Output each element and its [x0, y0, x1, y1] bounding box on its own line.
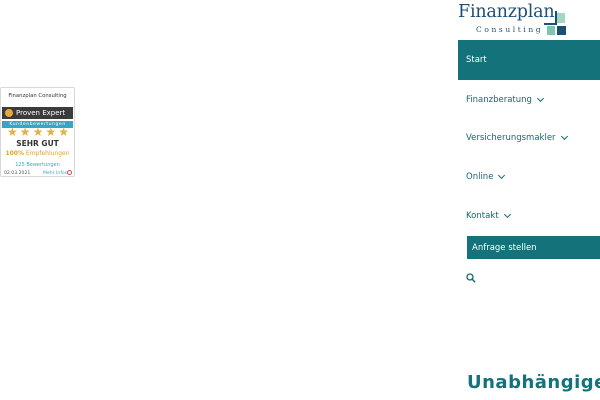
nav-item-label: Online — [466, 172, 494, 182]
chevron-down-icon — [560, 132, 568, 141]
widget-recommendations: 100% Empfehlungen — [1, 150, 74, 157]
provenexpert-icon — [5, 109, 13, 117]
star-icon: ★ — [32, 125, 44, 139]
recommendation-pct: 100% — [5, 150, 24, 157]
nav-item-online[interactable]: Online — [458, 157, 600, 197]
logo-square-light — [557, 13, 565, 23]
nav-item-kontakt[interactable]: Kontakt — [458, 196, 600, 236]
star-icon: ★ — [7, 125, 18, 139]
recommendation-label: Empfehlungen — [25, 150, 70, 157]
logo-wordmark: Finanzplan — [458, 2, 555, 22]
chevron-down-icon — [536, 94, 544, 103]
nav-item-label: Versicherungsmakler — [466, 133, 556, 143]
logo-square-mint — [547, 26, 555, 35]
nav-item-label: Finanzberatung — [466, 95, 532, 105]
info-icon[interactable] — [67, 170, 72, 175]
chevron-down-icon — [498, 171, 506, 180]
rating-stars: ★ ★ ★ ★ ★ — [7, 125, 69, 139]
widget-review-count[interactable]: 125 Bewertungen — [1, 162, 74, 168]
widget-brand-label: Proven Expert — [16, 109, 66, 117]
nav-item-start[interactable]: Start — [458, 40, 600, 80]
widget-company: Finanzplan Consulting — [8, 93, 67, 99]
widget-date: 02.03.2021 — [4, 171, 31, 176]
widget-grade: SEHR GUT — [16, 139, 59, 148]
nav-item-label: Start — [466, 55, 487, 65]
nav-item-finanzberatung[interactable]: Finanzberatung — [458, 80, 600, 120]
nav-item-versicherungsmakler[interactable]: Versicherungsmakler — [458, 118, 600, 158]
widget-more-link[interactable]: Mehr Infos — [43, 171, 67, 176]
widget-brand: Proven Expert — [2, 107, 73, 119]
hero-headline: Unabhängige — [467, 372, 600, 393]
logo-subtitle: Consulting — [476, 25, 544, 34]
request-button[interactable]: Anfrage stellen — [467, 236, 600, 259]
provenexpert-badge[interactable]: Finanzplan Consulting Proven Expert Kund… — [0, 87, 75, 177]
star-icon: ★ — [45, 125, 57, 139]
logo-square-navy — [557, 26, 566, 35]
search-icon[interactable] — [466, 273, 476, 283]
brand-logo[interactable]: Finanzplan Consulting — [456, 2, 572, 38]
star-icon: ★ — [58, 125, 69, 139]
star-icon: ★ — [19, 125, 31, 139]
logo-corner-mark — [544, 11, 557, 25]
chevron-down-icon — [503, 210, 511, 219]
nav-item-label: Kontakt — [466, 211, 499, 221]
